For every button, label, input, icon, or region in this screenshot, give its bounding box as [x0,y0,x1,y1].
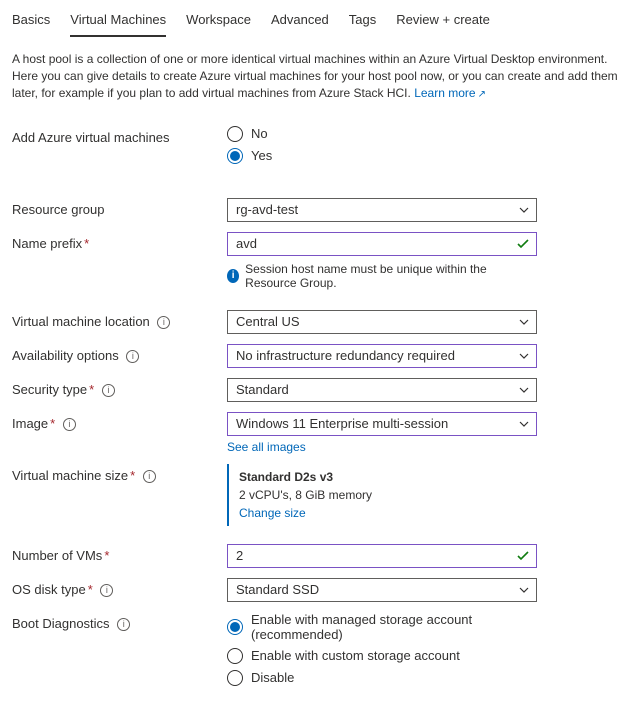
chevron-down-icon [518,584,530,596]
tab-tags[interactable]: Tags [349,8,376,37]
learn-more-link[interactable]: Learn more↗ [414,86,486,100]
chevron-down-icon [518,350,530,362]
tab-basics[interactable]: Basics [12,8,50,37]
chevron-down-icon [518,316,530,328]
see-all-images-link[interactable]: See all images [227,440,306,454]
info-icon[interactable]: i [143,470,156,483]
boot-diag-custom[interactable]: Enable with custom storage account [227,648,537,664]
radio-icon [227,670,243,686]
select-value: Windows 11 Enterprise multi-session [236,416,448,431]
resource-group-select[interactable]: rg-avd-test [227,198,537,222]
boot-diag-managed[interactable]: Enable with managed storage account (rec… [227,612,537,642]
add-vm-yes[interactable]: Yes [227,148,537,164]
radio-icon [227,619,243,635]
input-value: avd [236,236,257,251]
change-size-link[interactable]: Change size [239,504,306,522]
select-value: Standard [236,382,289,397]
tab-workspace[interactable]: Workspace [186,8,251,37]
os-disk-select[interactable]: Standard SSD [227,578,537,602]
radio-icon [227,126,243,142]
intro-text: A host pool is a collection of one or mo… [12,51,622,102]
radio-label: Enable with custom storage account [251,648,460,663]
label-name-prefix: Name prefix* [12,232,227,251]
radio-label: Disable [251,670,294,685]
image-select[interactable]: Windows 11 Enterprise multi-session [227,412,537,436]
label-vm-location: Virtual machine location i [12,310,227,329]
vm-location-select[interactable]: Central US [227,310,537,334]
input-value: 2 [236,548,243,563]
label-availability: Availability options i [12,344,227,363]
vm-size-display: Standard D2s v3 2 vCPU's, 8 GiB memory C… [227,464,537,526]
tab-advanced[interactable]: Advanced [271,8,329,37]
vm-size-specs: 2 vCPU's, 8 GiB memory [239,486,537,504]
info-icon: i [227,269,239,283]
chevron-down-icon [518,384,530,396]
check-icon [516,237,530,251]
tab-review-create[interactable]: Review + create [396,8,490,37]
label-num-vms: Number of VMs* [12,544,227,563]
radio-label: No [251,126,268,141]
info-icon[interactable]: i [100,584,113,597]
boot-diag-radio-group: Enable with managed storage account (rec… [227,612,537,686]
name-prefix-input[interactable]: avd [227,232,537,256]
radio-icon [227,648,243,664]
select-value: No infrastructure redundancy required [236,348,455,363]
label-security-type: Security type* i [12,378,227,397]
add-vm-no[interactable]: No [227,126,537,142]
select-value: rg-avd-test [236,202,298,217]
chevron-down-icon [518,418,530,430]
external-link-icon: ↗ [478,89,486,100]
intro-body: A host pool is a collection of one or mo… [12,52,618,100]
add-vm-radio-group: No Yes [227,126,537,164]
chevron-down-icon [518,204,530,216]
label-resource-group: Resource group [12,198,227,217]
wizard-tabs: Basics Virtual Machines Workspace Advanc… [12,8,626,37]
info-icon[interactable]: i [102,384,115,397]
label-vm-size: Virtual machine size* i [12,464,227,483]
availability-select[interactable]: No infrastructure redundancy required [227,344,537,368]
label-add-azure-vm: Add Azure virtual machines [12,126,227,145]
select-value: Standard SSD [236,582,319,597]
check-icon [516,549,530,563]
helper-text: Session host name must be unique within … [245,262,537,290]
radio-icon [227,148,243,164]
tab-virtual-machines[interactable]: Virtual Machines [70,8,166,37]
radio-label: Yes [251,148,272,163]
label-image: Image* i [12,412,227,431]
info-icon[interactable]: i [63,418,76,431]
info-icon[interactable]: i [157,316,170,329]
radio-label: Enable with managed storage account (rec… [251,612,537,642]
num-vms-input[interactable]: 2 [227,544,537,568]
name-prefix-helper: i Session host name must be unique withi… [227,262,537,290]
label-os-disk: OS disk type* i [12,578,227,597]
label-boot-diag: Boot Diagnostics i [12,612,227,631]
select-value: Central US [236,314,300,329]
boot-diag-disable[interactable]: Disable [227,670,537,686]
vm-size-name: Standard D2s v3 [239,468,537,486]
info-icon[interactable]: i [126,350,139,363]
security-type-select[interactable]: Standard [227,378,537,402]
info-icon[interactable]: i [117,618,130,631]
